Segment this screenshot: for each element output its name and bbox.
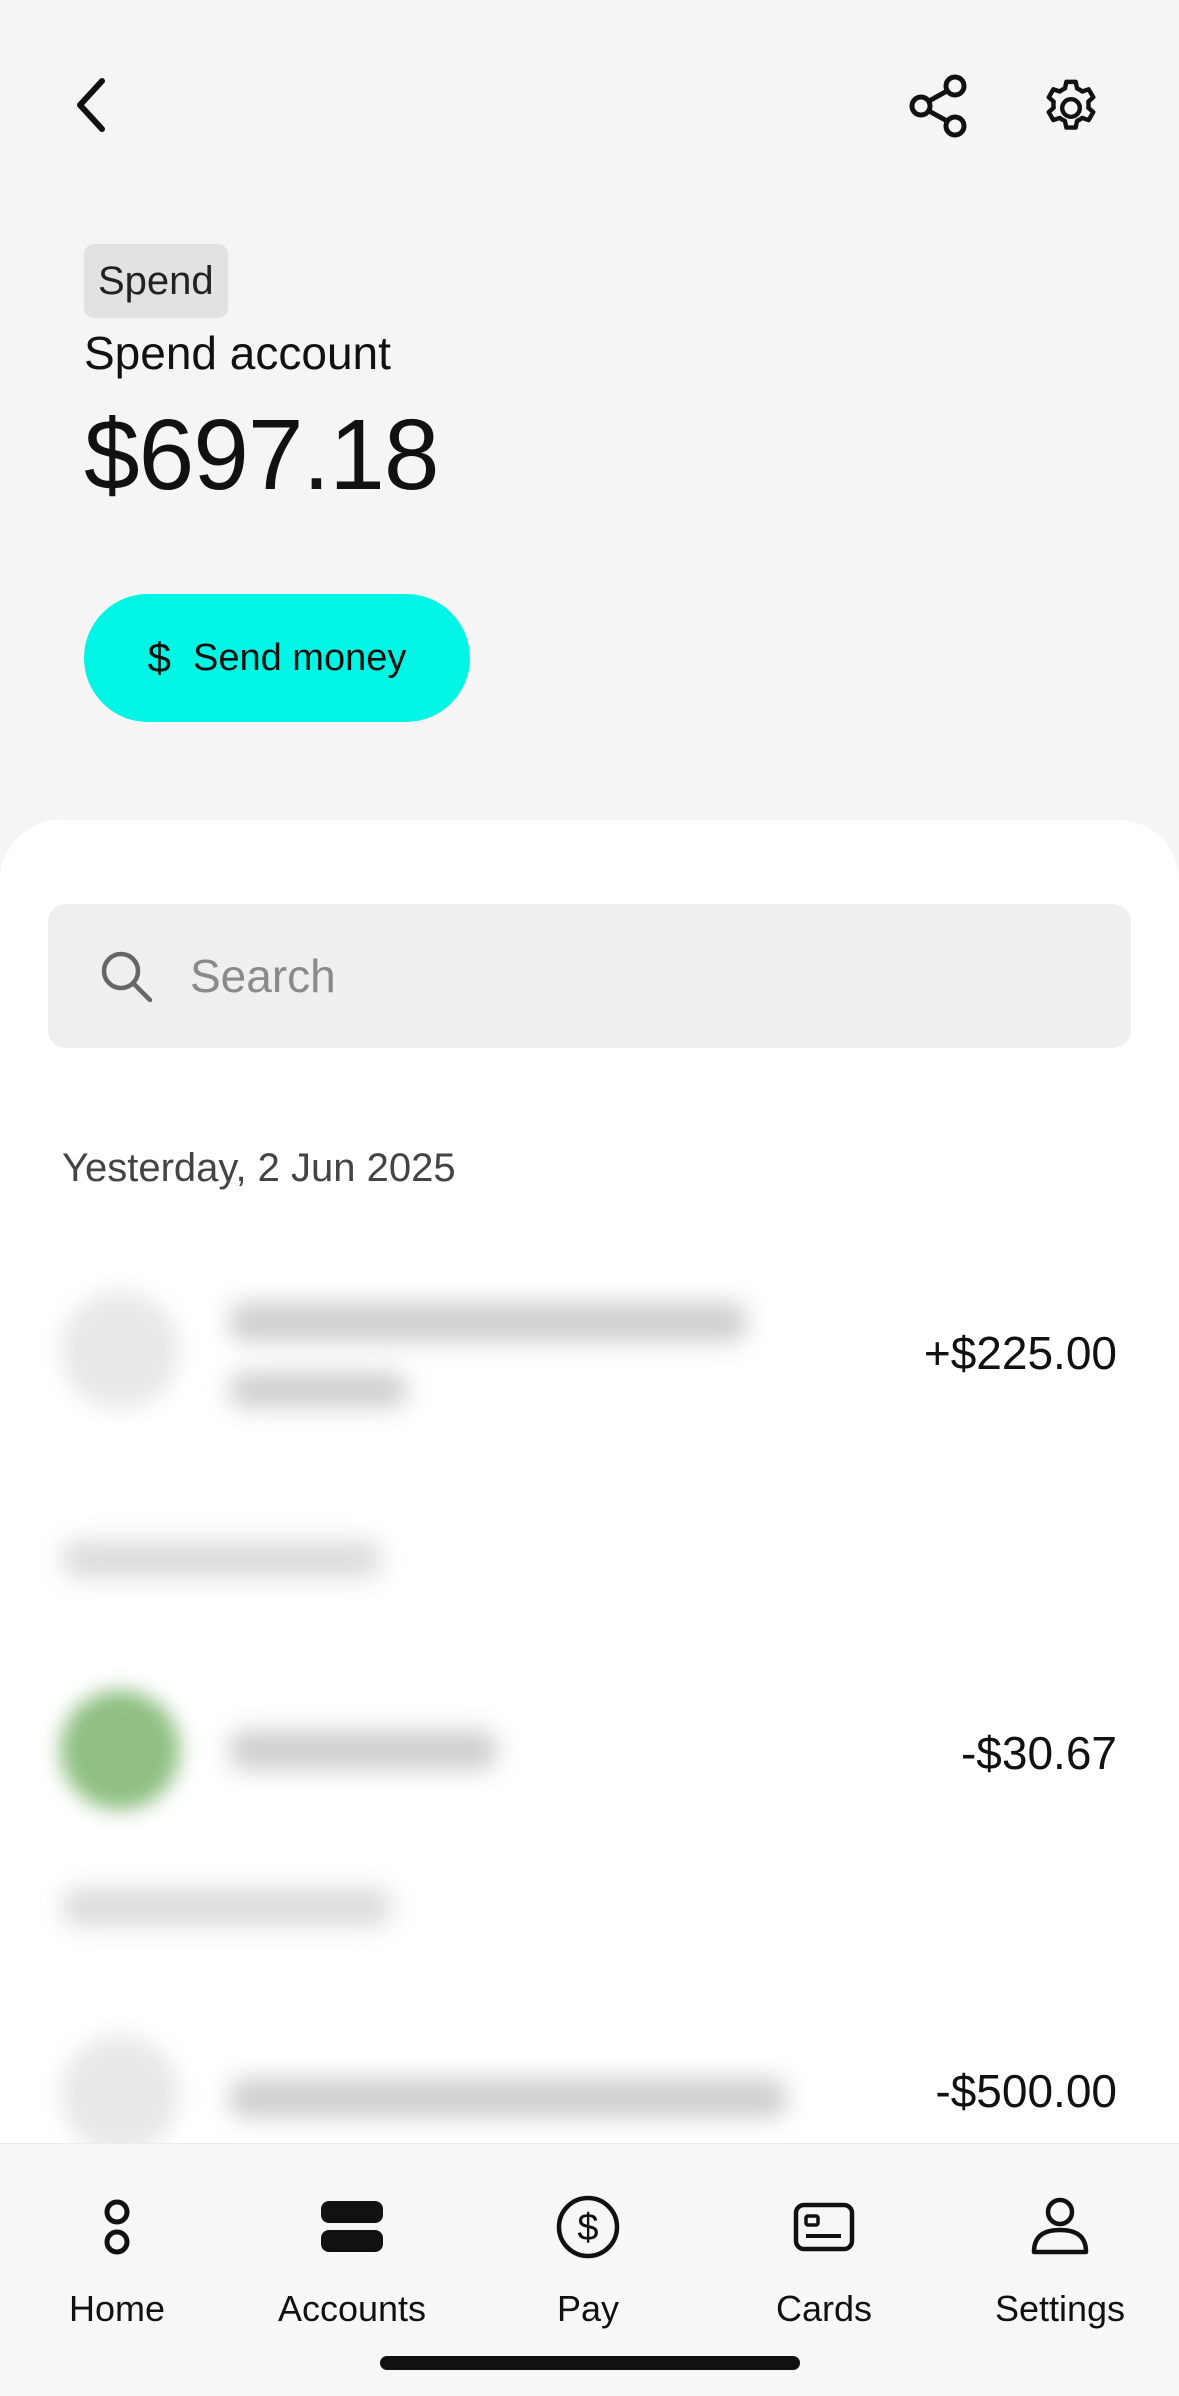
redacted-date xyxy=(62,1540,382,1578)
transaction-avatar xyxy=(60,1290,180,1410)
transaction-avatar xyxy=(60,2034,180,2154)
nav-accounts-label: Accounts xyxy=(277,2288,427,2329)
nav-pay-label: Pay xyxy=(556,2288,620,2329)
account-balance: $697.18 xyxy=(84,399,439,511)
account-header: Spend Spend account $697.18 xyxy=(84,244,439,513)
transaction-amount: -$30.67 xyxy=(960,1727,1117,1779)
search-input[interactable] xyxy=(190,949,990,1003)
redacted-text xyxy=(228,1730,498,1770)
redacted-date xyxy=(62,1888,392,1926)
share-button[interactable] xyxy=(905,72,973,140)
account-name: Spend account xyxy=(84,327,391,379)
transaction-avatar xyxy=(60,1690,180,1810)
redacted-text xyxy=(228,2078,788,2118)
dollar-circle-icon: $ xyxy=(556,2195,620,2259)
search-bar[interactable] xyxy=(48,904,1131,1048)
nav-home[interactable]: Home xyxy=(17,2192,217,2330)
share-icon xyxy=(909,74,967,138)
transaction-amount: -$500.00 xyxy=(935,2065,1117,2117)
chevron-left-icon xyxy=(77,78,105,132)
nav-settings[interactable]: Settings xyxy=(960,2192,1160,2330)
gear-icon xyxy=(1046,79,1096,130)
nav-settings-label: Settings xyxy=(994,2288,1126,2329)
nav-accounts[interactable]: Accounts xyxy=(252,2192,452,2330)
dollar-icon: $ xyxy=(147,634,171,681)
transaction-amount: +$225.00 xyxy=(923,1327,1117,1379)
person-icon xyxy=(1031,2197,1089,2255)
settings-button[interactable] xyxy=(1035,72,1107,144)
accounts-icon xyxy=(321,2201,383,2252)
send-money-button[interactable]: $ Send money xyxy=(84,594,470,722)
transaction-row[interactable]: -$500.00 xyxy=(0,2020,1179,2154)
date-header: Yesterday, 2 Jun 2025 xyxy=(62,1146,456,1190)
redacted-text xyxy=(228,1372,408,1408)
search-icon xyxy=(101,951,153,1003)
nav-cards-label: Cards xyxy=(775,2288,873,2329)
nav-pay[interactable]: $ Pay xyxy=(488,2192,688,2330)
svg-text:$: $ xyxy=(577,2207,598,2249)
home-indicator xyxy=(380,2356,800,2370)
nav-cards[interactable]: Cards xyxy=(724,2192,924,2330)
top-bar xyxy=(0,0,1179,220)
transaction-row[interactable]: -$30.67 xyxy=(0,1680,1179,1820)
account-type-tag: Spend xyxy=(84,244,228,318)
home-dots-icon xyxy=(104,2199,130,2255)
redacted-text xyxy=(228,1302,748,1342)
send-money-label: Send money xyxy=(192,636,407,679)
card-icon xyxy=(793,2202,855,2252)
transaction-row[interactable]: +$225.00 xyxy=(0,1270,1179,1430)
nav-home-label: Home xyxy=(68,2288,166,2329)
account-screen: Spend Spend account $697.18 $ Send money… xyxy=(0,0,1179,2396)
back-button[interactable] xyxy=(60,70,120,140)
